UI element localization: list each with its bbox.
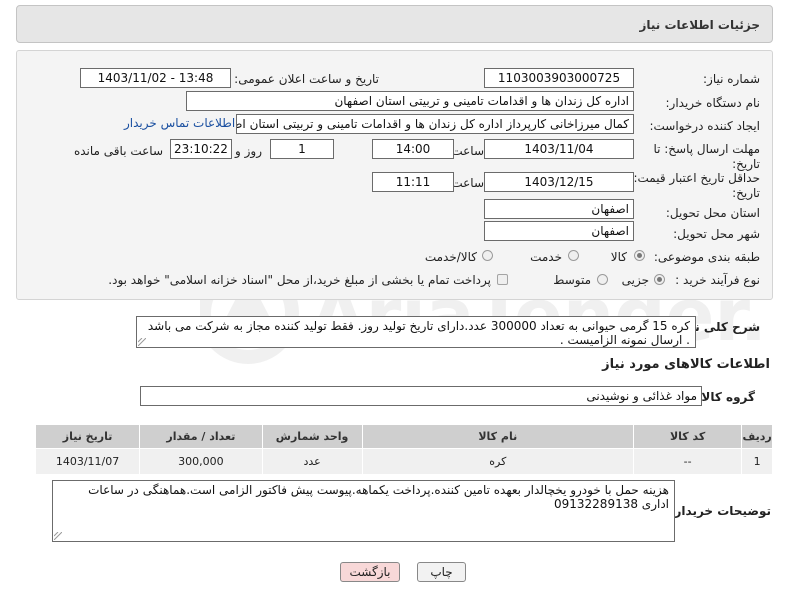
- cell-name: کره: [361, 448, 635, 475]
- goods-group-label: گروه کالا:: [696, 390, 755, 404]
- cell-qty: 300,000: [139, 448, 263, 475]
- validity-time-label: ساعت: [451, 176, 484, 190]
- category-goods-label: کالا: [610, 250, 627, 264]
- need-number-field: 1103003903000725: [484, 68, 634, 88]
- goods-table: ردیف کد کالا نام کالا واحد شمارش تعداد /…: [34, 424, 773, 475]
- buyer-notes-text: هزینه حمل با خودرو یخچالدار بعهده تامین …: [88, 483, 669, 511]
- resize-grip-icon[interactable]: [54, 532, 62, 540]
- table-row: 1 -- کره عدد 300,000 1403/11/07: [34, 448, 773, 475]
- requester-label: ایجاد کننده درخواست:: [649, 119, 760, 133]
- page-title: جزئیات اطلاعات نیاز: [639, 18, 760, 32]
- reply-deadline-label: مهلت ارسال پاسخ: تا: [653, 142, 760, 156]
- category-label: طبقه بندی موضوعی:: [653, 250, 760, 264]
- category-service-radio[interactable]: [568, 250, 579, 261]
- process-minor-radio[interactable]: [654, 274, 665, 285]
- category-goods-service-label: کالا/خدمت: [424, 250, 477, 264]
- process-minor-label: جزیی: [621, 273, 649, 287]
- validity-time-field: 11:11: [372, 172, 454, 192]
- process-type-label: نوع فرآیند خرید :: [675, 273, 760, 287]
- treasury-bonds-note: پرداخت تمام یا بخشی از مبلغ خرید،از محل …: [108, 273, 491, 287]
- validity-deadline-date-label: تاریخ:: [732, 186, 760, 200]
- days-left-field: 1: [270, 139, 334, 159]
- process-medium-label: متوسط: [553, 273, 591, 287]
- goods-info-heading: اطلاعات کالاهای مورد نیاز: [602, 357, 770, 372]
- reply-deadline-date-label: تاریخ:: [732, 157, 760, 171]
- col-qty-header: تعداد / مقدار: [139, 424, 263, 449]
- category-goods-service-radio[interactable]: [482, 250, 493, 261]
- process-medium-radio[interactable]: [597, 274, 608, 285]
- print-button[interactable]: چاپ: [417, 562, 466, 582]
- buyer-org-label: نام دستگاه خریدار:: [665, 96, 761, 110]
- category-goods-radio[interactable]: [634, 250, 645, 261]
- back-button[interactable]: بازگشت: [340, 562, 400, 582]
- province-label: استان محل تحویل:: [665, 206, 760, 220]
- buyer-contact-link[interactable]: اطلاعات تماس خریدار: [124, 116, 235, 130]
- cell-row: 1: [741, 448, 773, 475]
- need-number-label: شماره نیاز:: [703, 72, 760, 86]
- reply-date-field: 1403/11/04: [484, 139, 634, 159]
- requester-field: کمال میرزاخانی کارپرداز اداره کل زندان ه…: [236, 114, 634, 134]
- page: AriaTender.neT جزئیات اطلاعات نیاز شماره…: [0, 0, 789, 598]
- col-row-header: ردیف: [741, 424, 773, 449]
- goods-table-header-row: ردیف کد کالا نام کالا واحد شمارش تعداد /…: [34, 424, 773, 449]
- reply-time-field: 14:00: [372, 139, 454, 159]
- buyer-notes-textarea[interactable]: هزینه حمل با خودرو یخچالدار بعهده تامین …: [52, 480, 675, 542]
- city-field: اصفهان: [484, 221, 634, 241]
- page-header: جزئیات اطلاعات نیاز: [16, 5, 773, 43]
- announce-datetime-label: تاریخ و ساعت اعلان عمومی:: [234, 72, 379, 86]
- days-and-label: روز و: [235, 144, 262, 158]
- treasury-bonds-checkbox[interactable]: [497, 274, 508, 285]
- buyer-notes-label: توضیحات خریدار:: [669, 504, 771, 518]
- city-label: شهر محل تحویل:: [673, 227, 760, 241]
- col-date-header: تاریخ نیاز: [34, 424, 141, 449]
- validity-deadline-label: حداقل تاریخ اعتبار قیمت: تا: [622, 171, 760, 185]
- announce-datetime-field: 1403/11/02 - 13:48: [80, 68, 231, 88]
- cell-date: 1403/11/07: [34, 448, 141, 475]
- category-service-label: خدمت: [530, 250, 562, 264]
- general-description-textarea[interactable]: کره 15 گرمی حیوانی به تعداد 300000 عدد.د…: [136, 316, 696, 348]
- cell-code: --: [633, 448, 743, 475]
- validity-date-field: 1403/12/15: [484, 172, 634, 192]
- time-left-field: 23:10:22: [170, 139, 232, 159]
- hours-left-label: ساعت باقی مانده: [73, 144, 163, 158]
- col-code-header: کد کالا: [633, 424, 743, 449]
- province-field: اصفهان: [484, 199, 634, 219]
- reply-time-label: ساعت: [451, 144, 484, 158]
- col-name-header: نام کالا: [361, 424, 635, 449]
- goods-group-field: مواد غذائی و نوشیدنی: [140, 386, 702, 406]
- general-description-text: کره 15 گرمی حیوانی به تعداد 300000 عدد.د…: [147, 319, 690, 347]
- resize-grip-icon[interactable]: [138, 338, 146, 346]
- buyer-org-field: اداره کل زندان ها و اقدامات تامینی و ترب…: [186, 91, 634, 111]
- cell-unit: عدد: [261, 448, 363, 475]
- col-unit-header: واحد شمارش: [261, 424, 363, 449]
